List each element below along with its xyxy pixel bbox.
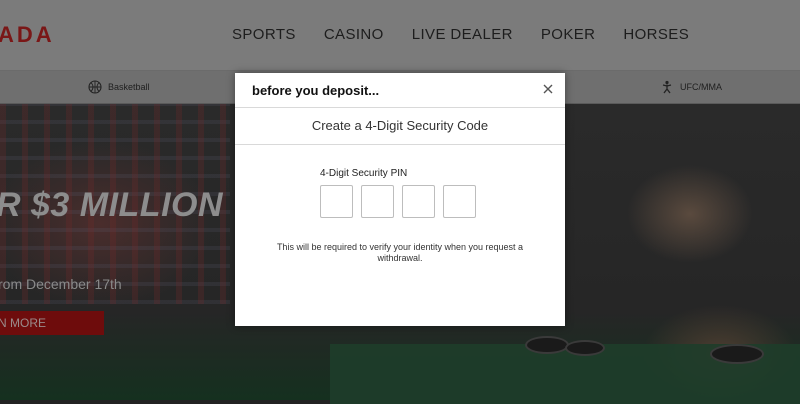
pin-help-text: This will be required to verify your ide… <box>276 242 524 263</box>
learn-more-button[interactable]: N MORE <box>0 311 104 335</box>
modal-subtitle: Create a 4-Digit Security Code <box>235 108 565 145</box>
close-icon[interactable] <box>541 82 555 96</box>
brand-logo[interactable]: ADA <box>0 22 55 48</box>
basketball-icon <box>88 80 102 94</box>
poker-chip <box>565 340 605 356</box>
hero-title: R $3 MILLION <box>0 186 224 224</box>
pin-label: 4-Digit Security PIN <box>320 168 408 179</box>
modal-header: before you deposit... <box>235 73 565 108</box>
pin-digit-3-input[interactable] <box>402 185 435 218</box>
poker-chip <box>525 336 569 354</box>
nav-sports[interactable]: SPORTS <box>232 26 296 43</box>
nav-live-dealer[interactable]: LIVE DEALER <box>412 26 513 43</box>
subnav-ufc-mma[interactable]: UFC/MMA <box>660 80 722 94</box>
security-code-modal: before you deposit... Create a 4-Digit S… <box>235 73 565 326</box>
pin-digit-2-input[interactable] <box>361 185 394 218</box>
subnav-ufc-label: UFC/MMA <box>680 82 722 92</box>
nav-poker[interactable]: POKER <box>541 26 596 43</box>
pin-input-group <box>320 185 476 218</box>
modal-title: before you deposit... <box>252 83 380 98</box>
subnav-basketball-label: Basketball <box>108 82 150 92</box>
fighter-icon <box>662 80 672 94</box>
pin-digit-4-input[interactable] <box>443 185 476 218</box>
top-navbar: ADA SPORTS CASINO LIVE DEALER POKER HORS… <box>0 0 800 71</box>
subnav-basketball[interactable]: Basketball <box>88 80 150 94</box>
main-nav: SPORTS CASINO LIVE DEALER POKER HORSES <box>232 26 717 43</box>
pin-digit-1-input[interactable] <box>320 185 353 218</box>
hero-subtitle: rom December 17th <box>0 276 122 292</box>
nav-casino[interactable]: CASINO <box>324 26 384 43</box>
nav-horses[interactable]: HORSES <box>623 26 689 43</box>
poker-chip <box>710 344 764 364</box>
